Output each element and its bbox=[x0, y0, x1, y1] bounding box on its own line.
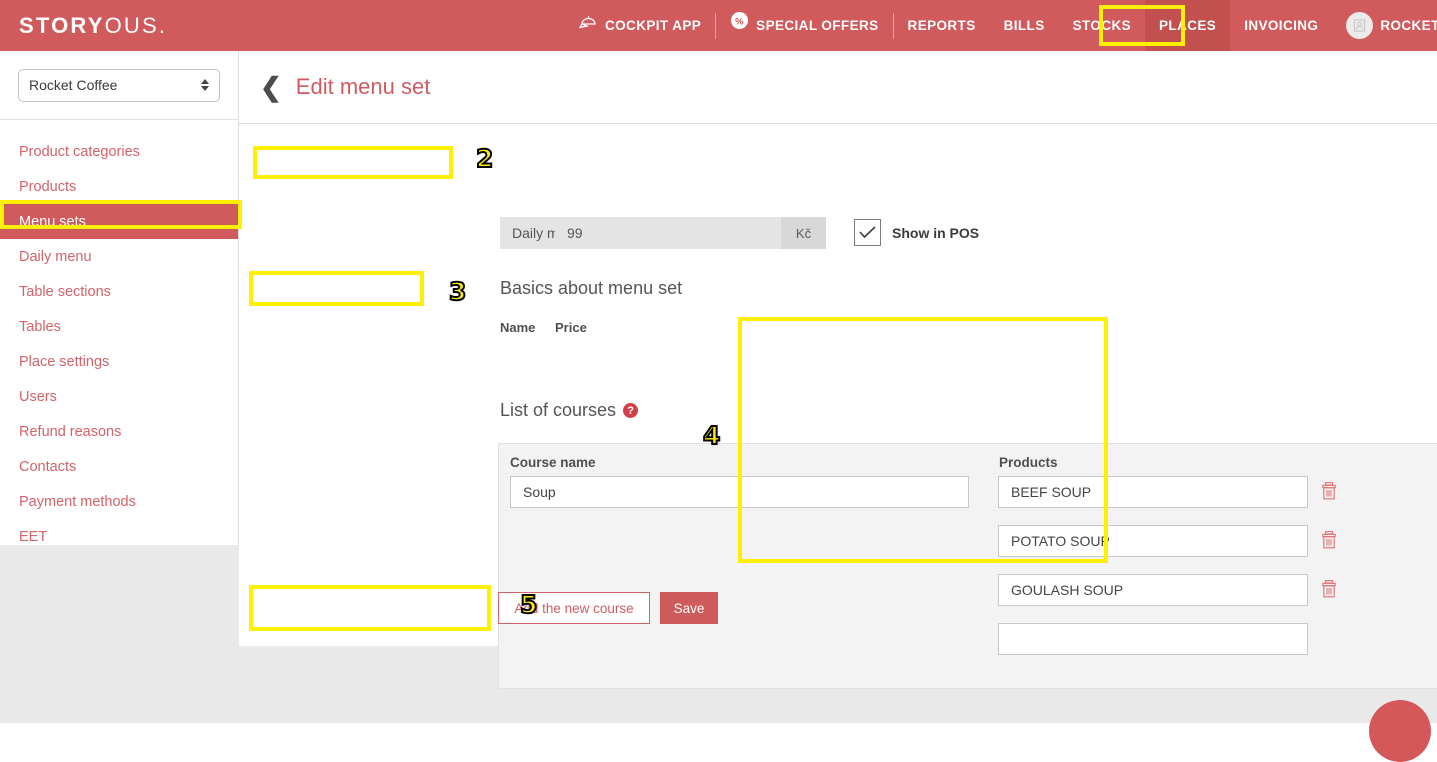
courses-section-heading: List of courses ? bbox=[500, 400, 639, 421]
sidebar-menu: Product categories Products Menu sets Da… bbox=[0, 120, 238, 554]
place-select-container: Rocket Coffee bbox=[0, 51, 238, 120]
delete-product-1-icon[interactable] bbox=[1321, 482, 1337, 500]
sidebar-item-table-sections[interactable]: Table sections bbox=[0, 274, 238, 309]
course-name-column-header: Course name bbox=[510, 455, 596, 470]
sidebar-item-place-settings[interactable]: Place settings bbox=[0, 344, 238, 379]
product-input-3[interactable]: GOULASH SOUP bbox=[998, 574, 1308, 606]
nav-item-special-offers[interactable]: % SPECIAL OFFERS bbox=[716, 0, 892, 51]
delete-product-3-icon[interactable] bbox=[1321, 580, 1337, 598]
storyous-logo[interactable]: STORYOUS. bbox=[19, 13, 167, 39]
price-field-label: Price bbox=[555, 320, 587, 335]
check-icon bbox=[859, 226, 876, 239]
add-new-course-button[interactable]: Add the new course bbox=[498, 592, 650, 624]
sidebar-item-menu-sets[interactable]: Menu sets bbox=[0, 204, 238, 239]
product-input-2[interactable]: POTATO SOUP bbox=[998, 525, 1308, 557]
back-chevron-icon[interactable]: ❮ bbox=[260, 74, 282, 100]
page-header: ❮ Edit menu set bbox=[239, 51, 1437, 124]
sidebar-item-tables[interactable]: Tables bbox=[0, 309, 238, 344]
nav-items: COCKPIT APP % SPECIAL OFFERS REPORTS BIL… bbox=[565, 0, 1437, 51]
nav-label: SPECIAL OFFERS bbox=[756, 18, 879, 33]
products-column-header: Products bbox=[999, 455, 1058, 470]
save-button[interactable]: Save bbox=[660, 592, 718, 624]
show-in-pos-label: Show in POS bbox=[892, 225, 980, 241]
logo-bold: STORY bbox=[19, 12, 105, 38]
nav-item-stocks[interactable]: STOCKS bbox=[1059, 0, 1145, 51]
show-in-pos-checkbox[interactable] bbox=[854, 219, 881, 246]
logo-light: OUS. bbox=[104, 12, 168, 38]
price-input[interactable]: 99 bbox=[555, 217, 781, 249]
courses-panel: Course name Soup Products BEEF SOUP POTA… bbox=[498, 443, 1437, 689]
sidebar-item-product-categories[interactable]: Product categories bbox=[0, 134, 238, 169]
nav-item-cockpit-app[interactable]: COCKPIT APP bbox=[565, 0, 715, 51]
product-input-new[interactable] bbox=[998, 623, 1308, 655]
nav-item-bills[interactable]: BILLS bbox=[990, 0, 1059, 51]
delete-product-2-icon[interactable] bbox=[1321, 531, 1337, 549]
sidebar-item-products[interactable]: Products bbox=[0, 169, 238, 204]
sidebar-bottom-gutter bbox=[0, 545, 239, 723]
sidebar-item-daily-menu[interactable]: Daily menu bbox=[0, 239, 238, 274]
page-title: Edit menu set bbox=[295, 74, 431, 99]
place-select-value: Rocket Coffee bbox=[29, 77, 118, 93]
user-name-label: ROCKET bbox=[1380, 18, 1437, 33]
nav-item-places[interactable]: PLACES bbox=[1145, 0, 1231, 51]
sidebar-item-users[interactable]: Users bbox=[0, 379, 238, 414]
top-navigation-bar: STORYOUS. COCKPIT APP % SPECIAL OFFERS R… bbox=[0, 0, 1437, 51]
percent-badge-icon: % bbox=[730, 0, 749, 51]
product-input-1[interactable]: BEEF SOUP bbox=[998, 476, 1308, 508]
sidebar-item-contacts[interactable]: Contacts bbox=[0, 449, 238, 484]
svg-text:%: % bbox=[735, 16, 744, 27]
user-menu[interactable]: ROCKET bbox=[1332, 0, 1437, 51]
name-field-label: Name bbox=[500, 320, 536, 335]
stepper-arrows-icon bbox=[201, 79, 209, 91]
nav-label: COCKPIT APP bbox=[605, 18, 702, 33]
cap-icon bbox=[578, 0, 598, 51]
sidebar: Rocket Coffee Product categories Product… bbox=[0, 51, 239, 545]
basics-section-heading: Basics about menu set bbox=[500, 278, 683, 298]
courses-heading-text: List of courses bbox=[500, 400, 617, 420]
course-name-input[interactable]: Soup bbox=[510, 476, 969, 508]
sidebar-item-payment-methods[interactable]: Payment methods bbox=[0, 484, 238, 519]
floating-action-button[interactable] bbox=[1369, 700, 1431, 762]
nav-item-reports[interactable]: REPORTS bbox=[894, 0, 990, 51]
main-content: Basics about menu set Name Daily menu Pr… bbox=[239, 124, 1437, 723]
sidebar-item-refund-reasons[interactable]: Refund reasons bbox=[0, 414, 238, 449]
price-currency-addon: Kč bbox=[781, 217, 826, 249]
user-avatar-icon bbox=[1346, 12, 1374, 39]
help-icon[interactable]: ? bbox=[623, 403, 639, 418]
nav-item-invoicing[interactable]: INVOICING bbox=[1230, 0, 1332, 51]
place-select[interactable]: Rocket Coffee bbox=[18, 68, 220, 102]
